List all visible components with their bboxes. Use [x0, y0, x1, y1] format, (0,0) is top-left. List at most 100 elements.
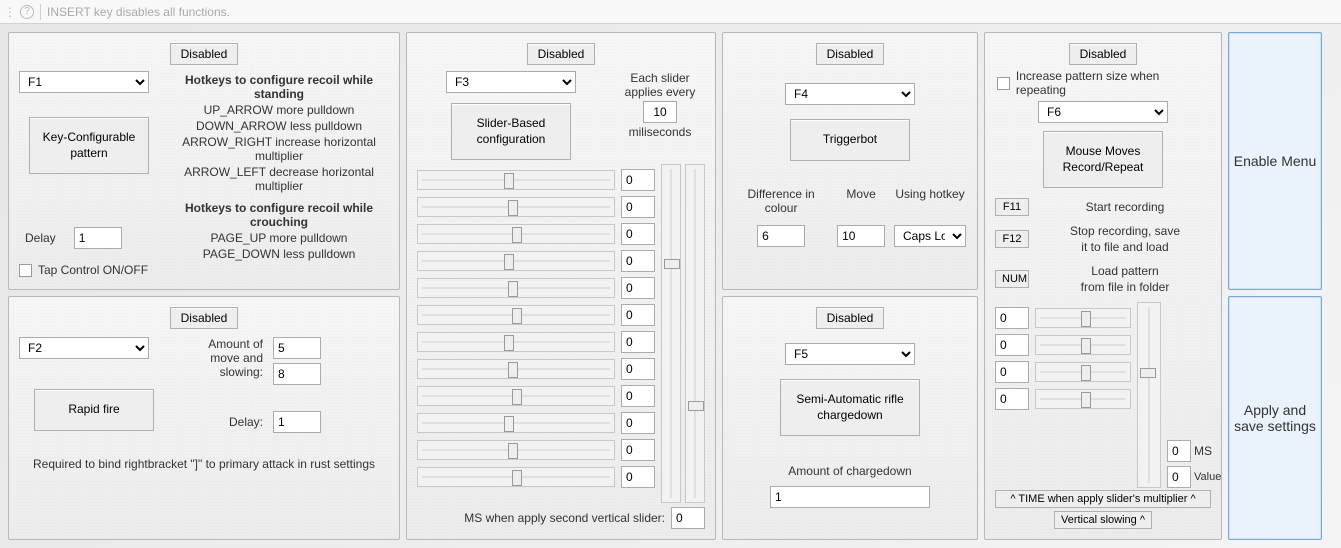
disable-toggle[interactable]: Disabled [527, 43, 596, 65]
hotkey-select-f5[interactable]: F5 [785, 343, 915, 365]
amount-input-1[interactable] [273, 337, 321, 359]
time-multiplier-button[interactable]: ^ TIME when apply slider's multiplier ^ [995, 490, 1211, 508]
config-slider-4[interactable] [417, 278, 615, 298]
amount-input-2[interactable] [273, 363, 321, 385]
config-slider-val-2[interactable] [621, 223, 655, 245]
config-slider-val-8[interactable] [621, 385, 655, 407]
disable-toggle[interactable]: Disabled [170, 307, 239, 329]
ms-input[interactable] [643, 101, 677, 123]
vertical-slider-2[interactable] [685, 164, 705, 503]
hotkey-select-f1[interactable]: F1 [19, 71, 149, 93]
button-label: Enable Menu [1234, 153, 1317, 169]
col-label: Move [835, 187, 887, 215]
config-slider-val-1[interactable] [621, 196, 655, 218]
checkbox-icon [19, 264, 32, 277]
config-slider-5[interactable] [417, 305, 615, 325]
disable-toggle[interactable]: Disabled [816, 307, 885, 329]
hotkey-desc: Load pattern [1039, 264, 1211, 278]
mult-slider-3[interactable] [1035, 362, 1131, 382]
mouse-record-button[interactable]: Mouse Moves Record/Repeat [1043, 131, 1163, 188]
disable-toggle[interactable]: Disabled [816, 43, 885, 65]
hint-line: DOWN_ARROW less pulldown [169, 119, 389, 133]
panel-key-configurable: Disabled F1 Key-Configurable pattern Hot… [8, 32, 400, 290]
ms-value[interactable] [1167, 440, 1191, 462]
panel-mouse-record: Disabled Increase pattern size when repe… [984, 32, 1222, 540]
increase-pattern-checkbox[interactable]: Increase pattern size when repeating [997, 69, 1211, 97]
config-slider-val-4[interactable] [621, 277, 655, 299]
mult-val-1[interactable] [995, 307, 1029, 329]
delay-label: Delay: [183, 415, 263, 429]
mult-val-4[interactable] [995, 388, 1029, 410]
config-slider-val-11[interactable] [621, 466, 655, 488]
rapid-fire-button[interactable]: Rapid fire [34, 389, 154, 431]
colour-diff-input[interactable] [757, 225, 805, 247]
move-input[interactable] [837, 225, 885, 247]
footer-input[interactable] [671, 507, 705, 529]
hint-line: UP_ARROW more pulldown [169, 103, 389, 117]
hint-line: ARROW_LEFT decrease horizontal multiplie… [169, 165, 389, 193]
hotkey-desc: Stop recording, save [1039, 224, 1211, 238]
hotkey-desc: it to file and load [1039, 240, 1211, 254]
chargedown-button[interactable]: Semi-Automatic rifle chargedown [780, 379, 920, 436]
config-slider-9[interactable] [417, 413, 615, 433]
panel-triggerbot: Disabled F4 Triggerbot Difference in col… [722, 32, 978, 290]
config-slider-val-6[interactable] [621, 331, 655, 353]
mult-slider-1[interactable] [1035, 308, 1131, 328]
hotkey-num[interactable]: NUM [995, 270, 1029, 288]
col-label: Difference in colour [733, 187, 829, 215]
checkbox-icon [997, 77, 1010, 90]
config-slider-1[interactable] [417, 197, 615, 217]
col-label: Using hotkey [893, 187, 967, 215]
panel-chargedown: Disabled F5 Semi-Automatic rifle charged… [722, 296, 978, 540]
hotkey-select-f2[interactable]: F2 [19, 337, 149, 359]
mult-slider-4[interactable] [1035, 389, 1131, 409]
chargedown-label: Amount of chargedown [733, 464, 967, 478]
amount-label: Amount of move and slowing: [183, 337, 263, 379]
hotkey-using-select[interactable]: Caps Lock [894, 225, 966, 247]
value-value[interactable] [1167, 466, 1191, 488]
help-icon[interactable]: ? [20, 5, 34, 19]
checkbox-label: Increase pattern size when repeating [1016, 69, 1211, 97]
config-slider-7[interactable] [417, 359, 615, 379]
hotkey-desc: Start recording [1039, 200, 1211, 214]
value-label: Value [1194, 471, 1221, 483]
hotkey-f12[interactable]: F12 [995, 230, 1029, 248]
triggerbot-button[interactable]: Triggerbot [790, 119, 910, 161]
config-slider-11[interactable] [417, 467, 615, 487]
chargedown-input[interactable] [770, 486, 930, 508]
config-slider-val-7[interactable] [621, 358, 655, 380]
hotkey-select-f4[interactable]: F4 [785, 83, 915, 105]
key-configurable-button[interactable]: Key-Configurable pattern [29, 117, 149, 174]
config-slider-8[interactable] [417, 386, 615, 406]
config-slider-val-10[interactable] [621, 439, 655, 461]
vertical-slowing-button[interactable]: Vertical slowing ^ [1054, 511, 1152, 529]
config-slider-val-9[interactable] [621, 412, 655, 434]
disable-toggle[interactable]: Disabled [170, 43, 239, 65]
config-slider-3[interactable] [417, 251, 615, 271]
enable-menu-button[interactable]: Enable Menu [1228, 32, 1322, 290]
delay-input[interactable] [74, 227, 122, 249]
separator [40, 4, 41, 20]
config-slider-10[interactable] [417, 440, 615, 460]
config-slider-0[interactable] [417, 170, 615, 190]
tap-control-checkbox[interactable]: Tap Control ON/OFF [19, 263, 148, 277]
delay-input[interactable] [273, 411, 321, 433]
vertical-slider-1[interactable] [661, 164, 681, 503]
hint-line: PAGE_DOWN less pulldown [169, 247, 389, 261]
record-vslider[interactable] [1137, 302, 1161, 488]
mult-val-3[interactable] [995, 361, 1029, 383]
disable-toggle[interactable]: Disabled [1069, 43, 1138, 65]
config-slider-val-5[interactable] [621, 304, 655, 326]
config-slider-2[interactable] [417, 224, 615, 244]
mult-val-2[interactable] [995, 334, 1029, 356]
note-line: applies every [615, 85, 705, 99]
hotkey-select-f6[interactable]: F6 [1038, 101, 1168, 123]
config-slider-6[interactable] [417, 332, 615, 352]
slider-config-button[interactable]: Slider-Based configuration [451, 103, 571, 160]
hotkey-select-f3[interactable]: F3 [446, 71, 576, 93]
apply-save-button[interactable]: Apply and save settings [1228, 296, 1322, 540]
hotkey-f11[interactable]: F11 [995, 198, 1029, 216]
config-slider-val-3[interactable] [621, 250, 655, 272]
mult-slider-2[interactable] [1035, 335, 1131, 355]
config-slider-val-0[interactable] [621, 169, 655, 191]
